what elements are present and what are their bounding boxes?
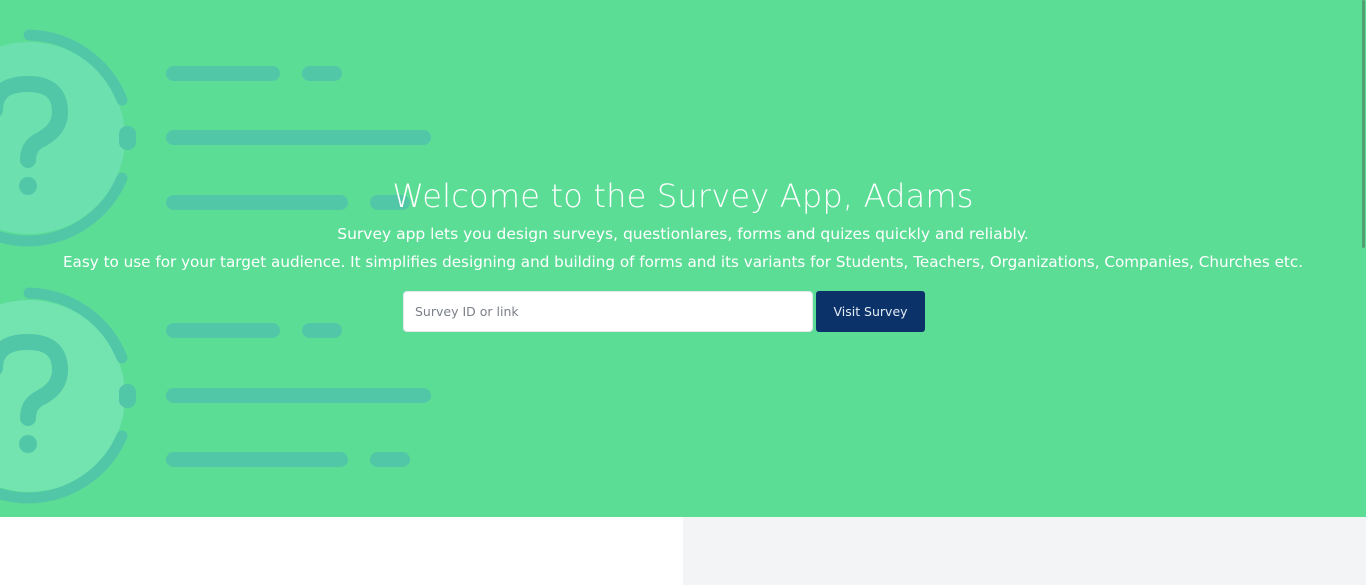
visit-survey-button[interactable]: Visit Survey <box>816 291 925 332</box>
page: Welcome to the Survey App, Adams Survey … <box>0 0 1366 585</box>
lower-left-panel <box>0 517 683 585</box>
hero-description-line-1: Survey app lets you design surveys, ques… <box>337 225 1029 243</box>
hero-banner: Welcome to the Survey App, Adams Survey … <box>0 0 1366 517</box>
lower-right-panel <box>683 517 1366 585</box>
hero-description-line-2: Easy to use for your target audience. It… <box>62 253 1304 271</box>
page-title: Welcome to the Survey App, Adams <box>392 177 974 215</box>
survey-search-form: Visit Survey <box>403 291 925 332</box>
page-scrollbar[interactable] <box>1362 0 1365 248</box>
survey-id-input[interactable] <box>403 291 813 332</box>
